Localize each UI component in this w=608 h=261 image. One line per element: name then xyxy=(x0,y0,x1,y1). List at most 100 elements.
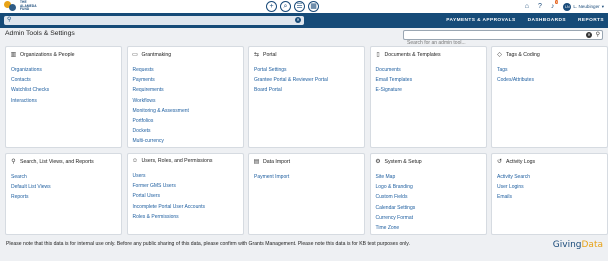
folder-icon: ▭ xyxy=(132,52,138,58)
link-activity-search[interactable]: Activity Search xyxy=(497,172,603,182)
card-portal: ⇆ Portal Portal Settings Grantee Portal &… xyxy=(248,46,365,148)
card-system-setup: ⚙ System & Setup Site Map Logo & Branding… xyxy=(369,153,487,235)
quick-search-button[interactable]: ⌕ xyxy=(280,1,291,12)
link-site-map[interactable]: Site Map xyxy=(376,172,482,182)
avatar: LN xyxy=(563,2,572,11)
top-right-icons: ⌂ ? ♪ 9 LN L. Neubinger ▾ xyxy=(525,0,604,12)
givingdata-logo: GivingData xyxy=(552,240,603,250)
link-time-zone[interactable]: Time Zone xyxy=(376,223,482,233)
chevron-down-icon: ▾ xyxy=(601,3,604,9)
page-title: Admin Tools & Settings xyxy=(5,30,75,37)
link-currency-format[interactable]: Currency Format xyxy=(376,213,482,223)
link-default-list-views[interactable]: Default List Views xyxy=(11,182,117,192)
card-title: System & Setup xyxy=(384,158,422,165)
card-search-list-views-reports: ⚲ Search, List Views, and Reports Search … xyxy=(5,153,122,235)
nav-dashboards[interactable]: DASHBOARDS xyxy=(528,18,566,23)
link-custom-fields[interactable]: Custom Fields xyxy=(376,192,482,202)
link-requests[interactable]: Requests xyxy=(133,65,239,75)
main-nav-bar: ⚲ ✕ PAYMENTS & APPROVALS DASHBOARDS REPO… xyxy=(0,13,608,28)
footer: Please note that this data is for intern… xyxy=(0,236,608,261)
link-documents[interactable]: Documents xyxy=(376,65,482,75)
user-menu[interactable]: LN L. Neubinger ▾ xyxy=(563,2,604,11)
card-title: Organizations & People xyxy=(20,51,75,58)
link-emails[interactable]: Emails xyxy=(497,192,603,202)
link-board-portal[interactable]: Board Portal xyxy=(254,85,360,95)
card-title: Documents & Templates xyxy=(384,51,441,58)
card-title: Grantmaking xyxy=(141,51,172,58)
link-portal-settings[interactable]: Portal Settings xyxy=(254,65,360,75)
search-icon[interactable]: ⚲ xyxy=(596,31,600,39)
link-watchlist-checks[interactable]: Watchlist Checks xyxy=(11,85,117,95)
link-e-signature[interactable]: E-Signature xyxy=(376,85,482,95)
clear-icon[interactable]: ✕ xyxy=(586,32,592,38)
link-requirements[interactable]: Requirements xyxy=(133,85,239,95)
global-search-input[interactable]: ⚲ ✕ xyxy=(4,16,304,25)
search-icon: ⚲ xyxy=(7,17,12,23)
gear-icon: ⚙ xyxy=(375,159,381,165)
link-organizations[interactable]: Organizations xyxy=(11,65,117,75)
card-tags-coding: ◇ Tags & Coding Tags Codes/Attributes xyxy=(491,46,608,148)
list-button[interactable]: ☰ xyxy=(294,1,305,12)
calendar-button[interactable]: ▦ xyxy=(308,1,319,12)
document-icon: ▯ xyxy=(376,52,380,58)
logo-mark-icon xyxy=(4,1,18,12)
logo-text: THE ALAMEDA FUND xyxy=(20,0,37,12)
bell-icon[interactable]: ♪ 9 xyxy=(551,0,559,12)
nav-links: PAYMENTS & APPROVALS DASHBOARDS REPORTS xyxy=(446,13,604,28)
link-grantee-reviewer-portal[interactable]: Grantee Portal & Reviewer Portal xyxy=(254,75,360,85)
card-users-roles-permissions: ☺ Users, Roles, and Permissions Users For… xyxy=(126,153,244,235)
link-workflows[interactable]: Workflows xyxy=(133,96,239,106)
link-user-logins[interactable]: User Logins xyxy=(497,182,603,192)
foundation-logo[interactable]: THE ALAMEDA FUND xyxy=(4,0,37,12)
portal-icon: ⇆ xyxy=(253,52,260,58)
add-button[interactable]: + xyxy=(266,1,277,12)
link-portal-users[interactable]: Portal Users xyxy=(133,191,239,201)
clear-search-icon[interactable]: ✕ xyxy=(295,17,301,23)
link-interactions[interactable]: Interactions xyxy=(11,96,117,106)
card-title: Users, Roles, and Permissions xyxy=(141,158,213,164)
link-dockets[interactable]: Dockets xyxy=(133,126,239,136)
link-multi-currency[interactable]: Multi-currency xyxy=(133,136,239,146)
link-roles-permissions[interactable]: Roles & Permissions xyxy=(133,212,239,222)
link-portfolios[interactable]: Portfolios xyxy=(133,116,239,126)
notification-badge: 9 xyxy=(554,0,559,4)
link-calendar-settings[interactable]: Calendar Settings xyxy=(376,203,482,213)
search-icon: ⚲ xyxy=(11,159,16,165)
link-reports[interactable]: Reports xyxy=(11,192,117,202)
help-icon[interactable]: ? xyxy=(538,1,542,12)
card-title: Search, List Views, and Reports xyxy=(20,158,94,165)
link-search[interactable]: Search xyxy=(11,172,117,182)
link-codes-attributes[interactable]: Codes/Attributes xyxy=(497,75,603,85)
footer-disclaimer: Please note that this data is for intern… xyxy=(6,241,410,247)
link-former-gms-users[interactable]: Former GMS Users xyxy=(133,181,239,191)
link-logo-branding[interactable]: Logo & Branding xyxy=(376,182,482,192)
building-icon: ▥ xyxy=(10,52,17,58)
card-title: Tags & Coding xyxy=(506,51,540,58)
card-data-import: ▤ Data Import Payment Import xyxy=(248,153,365,235)
admin-tools-grid: ▥ Organizations & People Organizations Co… xyxy=(5,46,608,235)
card-title: Data Import xyxy=(263,158,291,165)
link-payments[interactable]: Payments xyxy=(133,75,239,85)
history-icon: ↺ xyxy=(496,159,503,165)
nav-payments-approvals[interactable]: PAYMENTS & APPROVALS xyxy=(446,18,515,23)
card-activity-logs: ↺ Activity Logs Activity Search User Logi… xyxy=(491,153,608,235)
admin-tool-search: ✕ ⚲ xyxy=(403,30,603,47)
card-title: Portal xyxy=(263,51,277,58)
top-bar: THE ALAMEDA FUND + ⌕ ☰ ▦ ⌂ ? ♪ 9 LN L. Ne… xyxy=(0,0,608,13)
link-tags[interactable]: Tags xyxy=(497,65,603,75)
nav-reports[interactable]: REPORTS xyxy=(578,18,604,23)
tag-icon: ◇ xyxy=(497,52,502,58)
link-monitoring-assessment[interactable]: Monitoring & Assessment xyxy=(133,106,239,116)
home-icon[interactable]: ⌂ xyxy=(525,1,529,12)
link-contacts[interactable]: Contacts xyxy=(11,75,117,85)
link-users[interactable]: Users xyxy=(133,171,239,181)
user-name: L. Neubinger xyxy=(573,4,600,9)
link-payment-import[interactable]: Payment Import xyxy=(254,172,360,182)
card-organizations-people: ▥ Organizations & People Organizations Co… xyxy=(5,46,122,148)
link-incomplete-portal-user-accounts[interactable]: Incomplete Portal User Accounts xyxy=(133,202,239,212)
quick-action-buttons: + ⌕ ☰ ▦ xyxy=(266,1,319,12)
link-email-templates[interactable]: Email Templates xyxy=(376,75,482,85)
card-title: Activity Logs xyxy=(506,158,536,165)
import-icon: ▤ xyxy=(253,159,260,165)
users-icon: ☺ xyxy=(131,158,139,164)
